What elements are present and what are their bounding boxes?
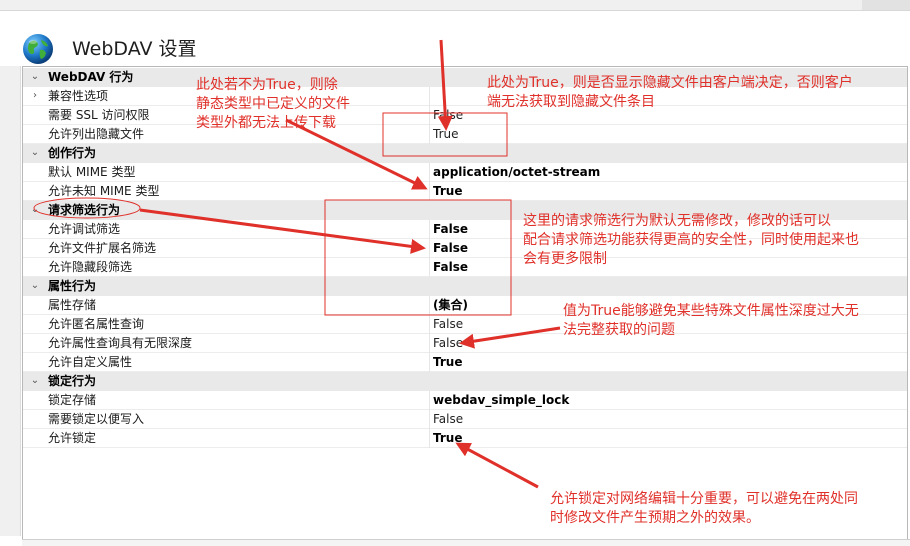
category-row[interactable]: ⌄ 属性行为 — [23, 277, 907, 296]
annotation-line: 值为True能够避免某些特殊文件属性深度过大无 — [563, 303, 859, 319]
top-bar — [0, 0, 910, 11]
property-name: 需要 SSL 访问权限 — [48, 108, 150, 122]
annotation-depth-note: 值为True能够避免某些特殊文件属性深度过大无 法完整获取的问题 — [563, 302, 859, 340]
property-row[interactable]: 锁定存储 webdav_simple_lock — [23, 391, 907, 410]
property-value[interactable]: False — [433, 239, 468, 257]
property-value[interactable]: application/octet-stream — [433, 163, 600, 181]
column-divider — [429, 391, 430, 410]
globe-icon — [23, 34, 53, 64]
property-name: 允许调试筛选 — [48, 222, 121, 236]
property-value[interactable]: True — [433, 353, 462, 371]
property-name: 允许列出隐藏文件 — [48, 127, 145, 141]
left-rail — [0, 66, 21, 536]
column-divider — [429, 410, 430, 429]
property-name: 兼容性选项 — [48, 89, 109, 103]
column-divider — [429, 296, 430, 315]
category-label: 请求筛选行为 — [48, 203, 121, 217]
category-label: 创作行为 — [48, 146, 97, 160]
annotation-line: 静态类型中已定义的文件 — [196, 96, 350, 112]
chevron-right-icon[interactable]: › — [29, 87, 41, 105]
property-row[interactable]: 需要锁定以便写入 False — [23, 410, 907, 429]
page-title: WebDAV 设置 — [72, 38, 197, 60]
annotation-hidden-files-note: 此处为True，则是否显示隐藏文件由客户端决定，否则客户 端无法获取到隐藏文件条… — [487, 74, 853, 112]
property-row[interactable]: 允许自定义属性 True — [23, 353, 907, 372]
column-divider — [429, 125, 430, 144]
column-divider — [429, 163, 430, 182]
column-divider — [429, 315, 430, 334]
property-name: 允许自定义属性 — [48, 355, 133, 369]
property-name: 允许未知 MIME 类型 — [48, 184, 160, 198]
annotation-line: 法完整获取的问题 — [563, 322, 675, 338]
annotation-mime-note: 此处若不为True，则除 静态类型中已定义的文件 类型外都无法上传下载 — [196, 76, 350, 133]
annotation-lock-note: 允许锁定对网络编辑十分重要，可以避免在两处同 时修改文件产生预期之外的效果。 — [550, 490, 858, 528]
property-name: 属性存储 — [48, 298, 97, 312]
annotation-line: 此处为True，则是否显示隐藏文件由客户端决定，否则客户 — [487, 75, 853, 91]
property-name: 默认 MIME 类型 — [48, 165, 136, 179]
property-row[interactable]: 允许列出隐藏文件 True — [23, 125, 907, 144]
property-value[interactable]: True — [433, 429, 462, 447]
chevron-down-icon[interactable]: ⌄ — [29, 68, 41, 86]
category-label: 锁定行为 — [48, 374, 97, 388]
property-name: 锁定存储 — [48, 393, 97, 407]
column-divider — [429, 429, 430, 448]
property-value[interactable]: webdav_simple_lock — [433, 391, 569, 409]
annotation-request-filter-note: 这里的请求筛选行为默认无需修改，修改的话可以 配合请求筛选功能获得更高的安全性，… — [523, 212, 859, 269]
column-divider — [429, 220, 430, 239]
annotation-line: 允许锁定对网络编辑十分重要，可以避免在两处同 — [550, 491, 858, 507]
category-row[interactable]: ⌄ 创作行为 — [23, 144, 907, 163]
top-bar-right — [862, 0, 910, 10]
column-divider — [429, 239, 430, 258]
chevron-down-icon[interactable]: ⌄ — [29, 372, 41, 390]
column-divider — [429, 353, 430, 372]
column-divider — [429, 87, 430, 106]
column-divider — [429, 106, 430, 125]
page-header: WebDAV 设置 — [0, 11, 910, 65]
column-divider — [429, 182, 430, 201]
annotation-line: 会有更多限制 — [523, 251, 607, 267]
property-value[interactable]: (集合) — [433, 296, 468, 314]
annotation-line: 此处若不为True，则除 — [196, 77, 338, 93]
category-label: WebDAV 行为 — [48, 70, 134, 84]
property-name: 允许隐藏段筛选 — [48, 260, 133, 274]
property-value[interactable]: False — [433, 258, 468, 276]
property-name: 允许文件扩展名筛选 — [48, 241, 157, 255]
property-name: 允许属性查询具有无限深度 — [48, 336, 193, 350]
property-name: 需要锁定以便写入 — [48, 412, 145, 426]
property-value[interactable]: False — [433, 106, 463, 124]
annotation-line: 类型外都无法上传下载 — [196, 115, 336, 131]
annotation-line: 这里的请求筛选行为默认无需修改，修改的话可以 — [523, 213, 831, 229]
property-row[interactable]: 允许锁定 True — [23, 429, 907, 448]
property-value[interactable]: False — [433, 220, 468, 238]
property-value[interactable]: False — [433, 410, 463, 428]
property-name: 允许匿名属性查询 — [48, 317, 145, 331]
property-value[interactable]: False — [433, 315, 463, 333]
property-value[interactable]: False — [433, 334, 463, 352]
property-value[interactable]: True — [433, 182, 462, 200]
chevron-down-icon[interactable]: ⌄ — [29, 201, 41, 219]
property-row[interactable]: 默认 MIME 类型 application/octet-stream — [23, 163, 907, 182]
category-row[interactable]: ⌄ 锁定行为 — [23, 372, 907, 391]
property-row[interactable]: 允许未知 MIME 类型 True — [23, 182, 907, 201]
category-label: 属性行为 — [48, 279, 97, 293]
property-name: 允许锁定 — [48, 431, 97, 445]
column-divider — [429, 258, 430, 277]
annotation-line: 时修改文件产生预期之外的效果。 — [550, 510, 760, 526]
column-divider — [429, 334, 430, 353]
chevron-down-icon[interactable]: ⌄ — [29, 277, 41, 295]
chevron-down-icon[interactable]: ⌄ — [29, 144, 41, 162]
annotation-line: 端无法获取到隐藏文件条目 — [487, 94, 655, 110]
property-value[interactable]: True — [433, 125, 459, 143]
annotation-line: 配合请求筛选功能获得更高的安全性，同时使用起来也 — [523, 232, 859, 248]
